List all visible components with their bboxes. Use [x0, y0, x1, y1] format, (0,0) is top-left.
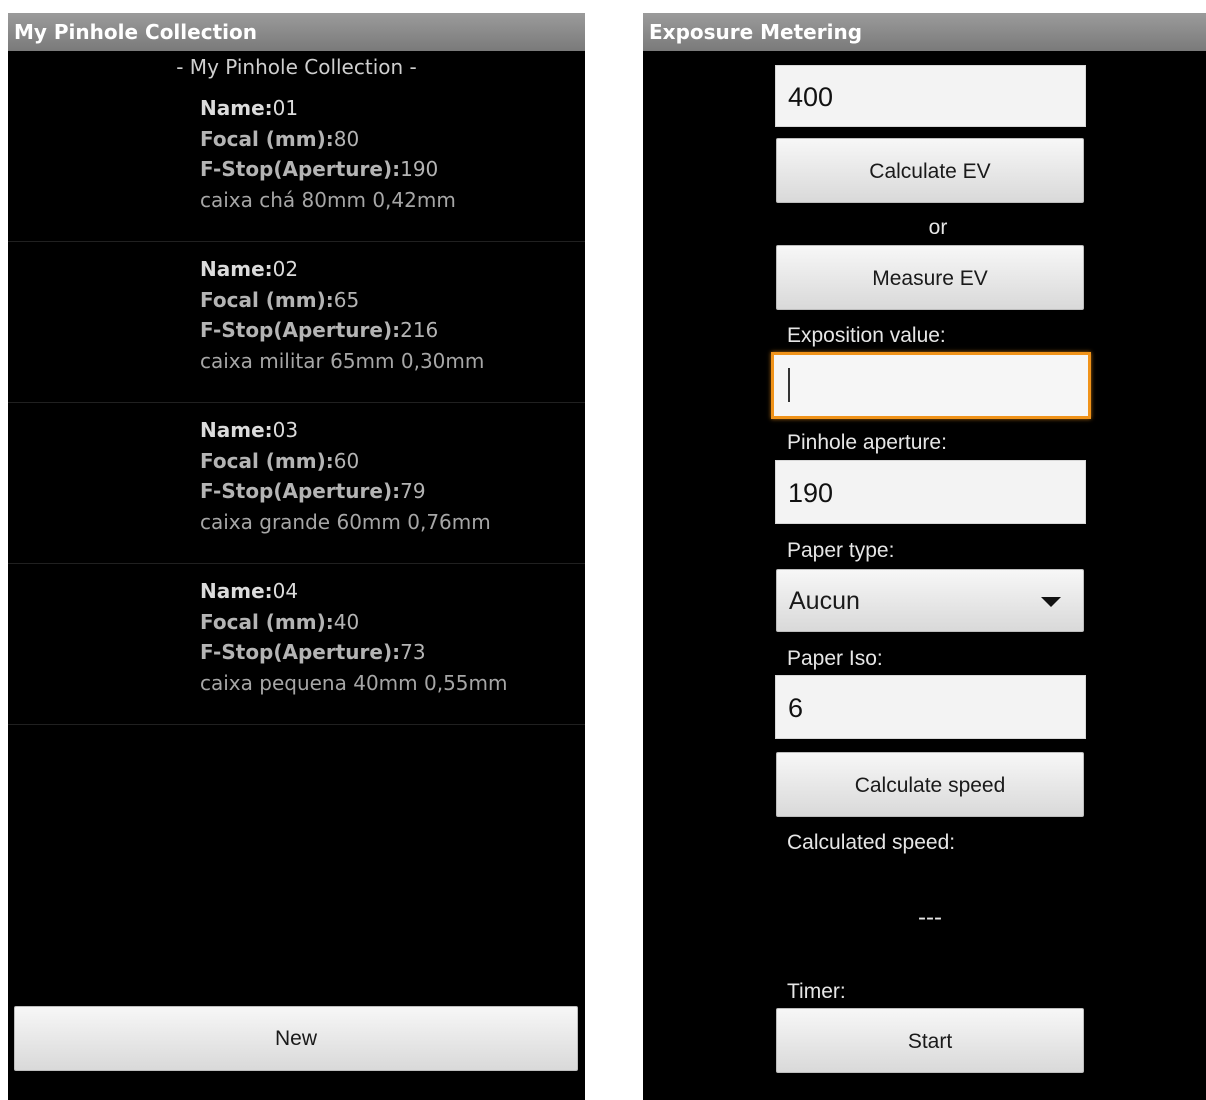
fstop-value: 190	[400, 157, 439, 181]
exposition-label: Exposition value:	[787, 324, 946, 347]
iso-input[interactable]: 400	[775, 65, 1086, 127]
name-value: 03	[272, 418, 299, 442]
item-description: caixa pequena 40mm 0,55mm	[200, 671, 508, 695]
focal-value: 40	[333, 610, 360, 634]
exposition-value-input[interactable]	[771, 352, 1091, 419]
calculate-speed-button[interactable]: Calculate speed	[776, 752, 1084, 817]
measure-ev-button[interactable]: Measure EV	[776, 245, 1084, 310]
pinhole-collection-screen: My Pinhole Collection - My Pinhole Colle…	[8, 13, 585, 1100]
fstop-label: F-Stop(Aperture):	[200, 640, 401, 664]
dropdown-arrow-icon	[1041, 597, 1061, 607]
name-value: 04	[272, 579, 299, 603]
calculated-speed-label: Calculated speed:	[787, 831, 956, 854]
focal-label: Focal (mm):	[200, 288, 334, 312]
list-item[interactable]: Name:02 Focal (mm):65 F-Stop(Aperture):2…	[8, 242, 585, 403]
name-label: Name:	[200, 96, 273, 120]
paper-iso-input[interactable]: 6	[775, 675, 1086, 739]
name-value: 02	[272, 257, 299, 281]
fstop-label: F-Stop(Aperture):	[200, 157, 401, 181]
list-item[interactable]: Name:04 Focal (mm):40 F-Stop(Aperture):7…	[8, 564, 585, 725]
pinhole-aperture-input[interactable]: 190	[775, 460, 1086, 524]
focal-value: 60	[333, 449, 360, 473]
item-description: caixa militar 65mm 0,30mm	[200, 349, 485, 373]
focal-value: 80	[333, 127, 360, 151]
exposure-metering-screen: Exposure Metering 400 Calculate EV or Me…	[643, 13, 1206, 1100]
name-value: 01	[272, 96, 299, 120]
text-caret	[788, 368, 790, 402]
paper-type-value: Aucun	[789, 587, 860, 615]
app-title: Exposure Metering	[649, 20, 863, 44]
paper-type-select[interactable]: Aucun	[776, 569, 1084, 632]
focal-label: Focal (mm):	[200, 127, 334, 151]
start-timer-button[interactable]: Start	[776, 1008, 1084, 1073]
name-label: Name:	[200, 257, 273, 281]
fstop-value: 216	[400, 318, 439, 342]
app-title-bar: Exposure Metering	[643, 13, 1206, 51]
fstop-label: F-Stop(Aperture):	[200, 318, 401, 342]
name-label: Name:	[200, 418, 273, 442]
calculate-ev-button[interactable]: Calculate EV	[776, 138, 1084, 203]
focal-value: 65	[333, 288, 360, 312]
paper-type-label: Paper type:	[787, 539, 895, 562]
app-title: My Pinhole Collection	[14, 20, 257, 44]
fstop-value: 79	[400, 479, 426, 503]
fstop-label: F-Stop(Aperture):	[200, 479, 401, 503]
app-title-bar: My Pinhole Collection	[8, 13, 585, 51]
pinhole-aperture-label: Pinhole aperture:	[787, 431, 947, 454]
name-label: Name:	[200, 579, 273, 603]
item-description: caixa grande 60mm 0,76mm	[200, 510, 491, 534]
calculated-speed-value: ---	[918, 904, 942, 931]
collection-header: - My Pinhole Collection -	[176, 55, 417, 79]
list-item[interactable]: Name:01 Focal (mm):80 F-Stop(Aperture):1…	[8, 81, 585, 242]
focal-label: Focal (mm):	[200, 449, 334, 473]
new-button[interactable]: New	[14, 1006, 578, 1071]
fstop-value: 73	[400, 640, 426, 664]
timer-label: Timer:	[787, 980, 846, 1003]
list-item[interactable]: Name:03 Focal (mm):60 F-Stop(Aperture):7…	[8, 403, 585, 564]
item-description: caixa chá 80mm 0,42mm	[200, 188, 456, 212]
or-separator: or	[928, 216, 948, 239]
paper-iso-label: Paper Iso:	[787, 647, 883, 670]
focal-label: Focal (mm):	[200, 610, 334, 634]
